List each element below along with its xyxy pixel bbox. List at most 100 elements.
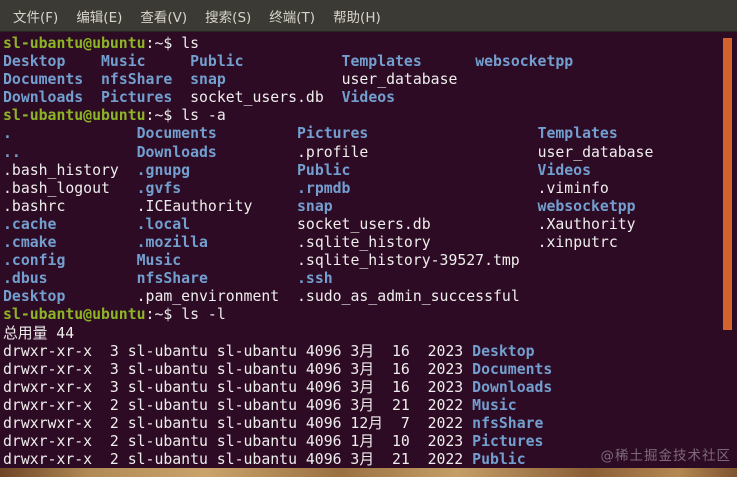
directory-name: . [3, 125, 12, 143]
terminal-line: 总用量 44 [3, 325, 737, 343]
output-text: .sudo_as_admin_successful [297, 288, 520, 306]
terminal-line: .cache .local socket_users.db .Xauthorit… [3, 216, 737, 234]
prompt-user-host: sl-ubantu@ubuntu [3, 35, 146, 52]
directory-name: Documents [136, 125, 217, 143]
directory-name: .local [136, 215, 191, 233]
terminal-line: .. Downloads .profile user_database [3, 144, 737, 162]
directory-name: .mozilla [136, 234, 208, 252]
terminal-line: Desktop .pam_environment .sudo_as_admin_… [3, 288, 737, 306]
terminal-line: drwxr-xr-x 3 sl-ubantu sl-ubantu 4096 3月… [3, 343, 737, 361]
directory-name: Public [190, 53, 244, 71]
terminal-line: .bashrc .ICEauthority snap websocketpp [3, 198, 737, 216]
directory-name: Templates [537, 125, 618, 143]
terminal-line: .config Music .sqlite_history-39527.tmp [3, 252, 737, 270]
directory-name: Videos [537, 161, 591, 179]
terminal-line: drwxr-xr-x 3 sl-ubantu sl-ubantu 4096 3月… [3, 379, 737, 397]
output-text: .bash_logout [3, 179, 110, 197]
menu-item-3[interactable]: 搜索(S) [196, 2, 260, 30]
output-text: socket_users.db [297, 215, 431, 233]
directory-name: Pictures [472, 433, 544, 451]
menu-item-4[interactable]: 终端(T) [260, 2, 324, 30]
directory-name: .dbus [3, 270, 48, 288]
terminal-line: .bash_history .gnupg Public Videos [3, 162, 737, 180]
output-text: .bash_history [3, 161, 119, 179]
directory-name: snap [190, 71, 226, 89]
directory-name: Pictures [297, 125, 369, 143]
output-text: 总用量 44 [3, 324, 75, 342]
directory-name: Music [472, 396, 517, 414]
terminal-line: Downloads Pictures socket_users.db Video… [3, 89, 737, 107]
prompt-user-host: sl-ubantu@ubuntu [3, 107, 146, 125]
output-text: socket_users.db [190, 89, 324, 107]
directory-name: nfsShare [101, 71, 173, 89]
terminal-line: drwxrwxr-x 2 sl-ubantu sl-ubantu 4096 12… [3, 415, 737, 433]
directory-name: .ssh [297, 270, 333, 288]
output-text: .pam_environment [136, 288, 280, 306]
directory-name: Downloads [472, 378, 553, 396]
directory-name: websocketpp [537, 197, 636, 215]
output-text: .viminfo [537, 179, 609, 197]
directory-name: Documents [472, 360, 553, 378]
output-text: .Xauthority [537, 215, 636, 233]
output-text: .sqlite_history [297, 234, 431, 252]
directory-name: Pictures [101, 89, 173, 107]
output-text: :~$ [145, 35, 173, 52]
terminal-line: .dbus nfsShare .ssh [3, 270, 737, 288]
directory-name: Downloads [136, 143, 217, 161]
directory-name: .gvfs [136, 179, 182, 197]
terminal-line: drwxr-xr-x 3 sl-ubantu sl-ubantu 4096 3月… [3, 361, 737, 379]
terminal-screen[interactable]: sl-ubantu@ubuntu:~$ ls Desktop Music Publ… [0, 32, 737, 468]
output-text: drwxr-xr-x 3 sl-ubantu sl-ubantu 4096 3月… [3, 378, 464, 396]
output-text: drwxr-xr-x 3 sl-ubantu sl-ubantu 4096 3月… [3, 342, 464, 360]
output-text: ls [181, 35, 200, 52]
output-text: drwxr-xr-x 2 sl-ubantu sl-ubantu 4096 3月… [3, 451, 464, 469]
output-text: user_database [341, 71, 458, 89]
output-text: .bashrc [3, 197, 66, 215]
scrollbar-thumb[interactable] [723, 38, 732, 330]
prompt-user-host: sl-ubantu@ubuntu [3, 306, 146, 324]
output-text: .sqlite_history-39527.tmp [297, 252, 520, 270]
directory-name: Downloads [3, 89, 84, 107]
output-text: drwxrwxr-x 2 sl-ubantu sl-ubantu 4096 12… [3, 414, 464, 432]
output-text: ls -l [181, 306, 226, 324]
output-text: .profile [297, 143, 369, 161]
directory-name: Videos [341, 89, 396, 107]
terminal-menu-bar: 文件(F) 编辑(E) 查看(V) 搜索(S) 终端(T) 帮助(H) [0, 0, 737, 32]
terminal-line: .cmake .mozilla .sqlite_history .xinputr… [3, 234, 737, 252]
directory-name: .cmake [3, 234, 57, 252]
directory-name: Public [297, 161, 351, 179]
directory-name: .rpmdb [297, 179, 351, 197]
menu-item-2[interactable]: 查看(V) [131, 2, 196, 30]
terminal-line: sl-ubantu@ubuntu:~$ ls [3, 35, 737, 53]
terminal-line: sl-ubantu@ubuntu:~$ ls -l [3, 306, 737, 324]
output-text: drwxr-xr-x 2 sl-ubantu sl-ubantu 4096 1月… [3, 433, 464, 451]
terminal-line: Documents nfsShare snap user_database [3, 71, 737, 89]
directory-name: websocketpp [475, 53, 574, 71]
desktop-wallpaper-strip [0, 468, 737, 477]
directory-name: nfsShare [472, 414, 544, 432]
menu-item-1[interactable]: 编辑(E) [67, 2, 131, 30]
directory-name: .config [3, 252, 66, 270]
terminal-line: sl-ubantu@ubuntu:~$ ls -a [3, 107, 737, 125]
menu-item-0[interactable]: 文件(F) [4, 2, 67, 30]
output-text: :~$ [145, 107, 173, 125]
watermark-text: @稀土掘金技术社区 [600, 448, 731, 464]
directory-name: Documents [3, 71, 84, 89]
menu-item-5[interactable]: 帮助(H) [324, 2, 390, 30]
output-text: :~$ [145, 306, 173, 324]
directory-name: .gnupg [136, 161, 191, 179]
terminal-line: drwxr-xr-x 2 sl-ubantu sl-ubantu 4096 3月… [3, 397, 737, 415]
output-text: drwxr-xr-x 3 sl-ubantu sl-ubantu 4096 3月… [3, 360, 464, 378]
directory-name: Desktop [3, 53, 66, 71]
directory-name: Public [472, 451, 526, 469]
terminal-line: .bash_logout .gvfs .rpmdb .viminfo [3, 180, 737, 198]
output-text: user_database [537, 143, 654, 161]
directory-name: Desktop [472, 342, 535, 360]
directory-name: Music [136, 252, 182, 270]
directory-name: Music [101, 53, 146, 71]
output-text: .xinputrc [537, 234, 618, 252]
output-text: .ICEauthority [136, 197, 253, 215]
directory-name: nfsShare [136, 270, 208, 288]
output-text: drwxr-xr-x 2 sl-ubantu sl-ubantu 4096 3月… [3, 396, 464, 414]
directory-name: Templates [341, 53, 422, 71]
